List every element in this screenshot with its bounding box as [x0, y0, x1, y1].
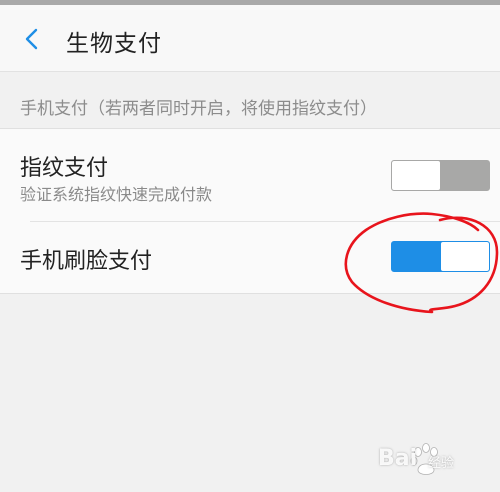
face-pay-toggle[interactable] [391, 241, 490, 272]
watermark-suffix: 经验 [428, 456, 455, 471]
setting-title-face: 手机刷脸支付 [20, 249, 153, 274]
section-label: 手机支付（若两者同时开启，将使用指纹支付） [20, 99, 377, 119]
screen: 生物支付 手机支付（若两者同时开启，将使用指纹支付） 指纹支付 验证系统指纹快速… [0, 0, 500, 492]
settings-card: 指纹支付 验证系统指纹快速完成付款 手机刷脸支付 [0, 128, 500, 294]
setting-title-fingerprint: 指纹支付 [20, 156, 109, 181]
toggle-knob [392, 161, 440, 190]
back-button[interactable] [16, 19, 50, 59]
header-bar: 生物支付 [0, 5, 500, 72]
page-title: 生物支付 [66, 31, 162, 57]
toggle-knob [441, 242, 489, 271]
chevron-left-icon [25, 28, 38, 50]
setting-row-fingerprint: 指纹支付 验证系统指纹快速完成付款 [0, 129, 500, 221]
watermark-brand: Bai [378, 446, 418, 471]
fingerprint-pay-toggle[interactable] [391, 160, 490, 191]
setting-row-face: 手机刷脸支付 [0, 222, 500, 293]
setting-subtitle-fingerprint: 验证系统指纹快速完成付款 [20, 185, 213, 204]
